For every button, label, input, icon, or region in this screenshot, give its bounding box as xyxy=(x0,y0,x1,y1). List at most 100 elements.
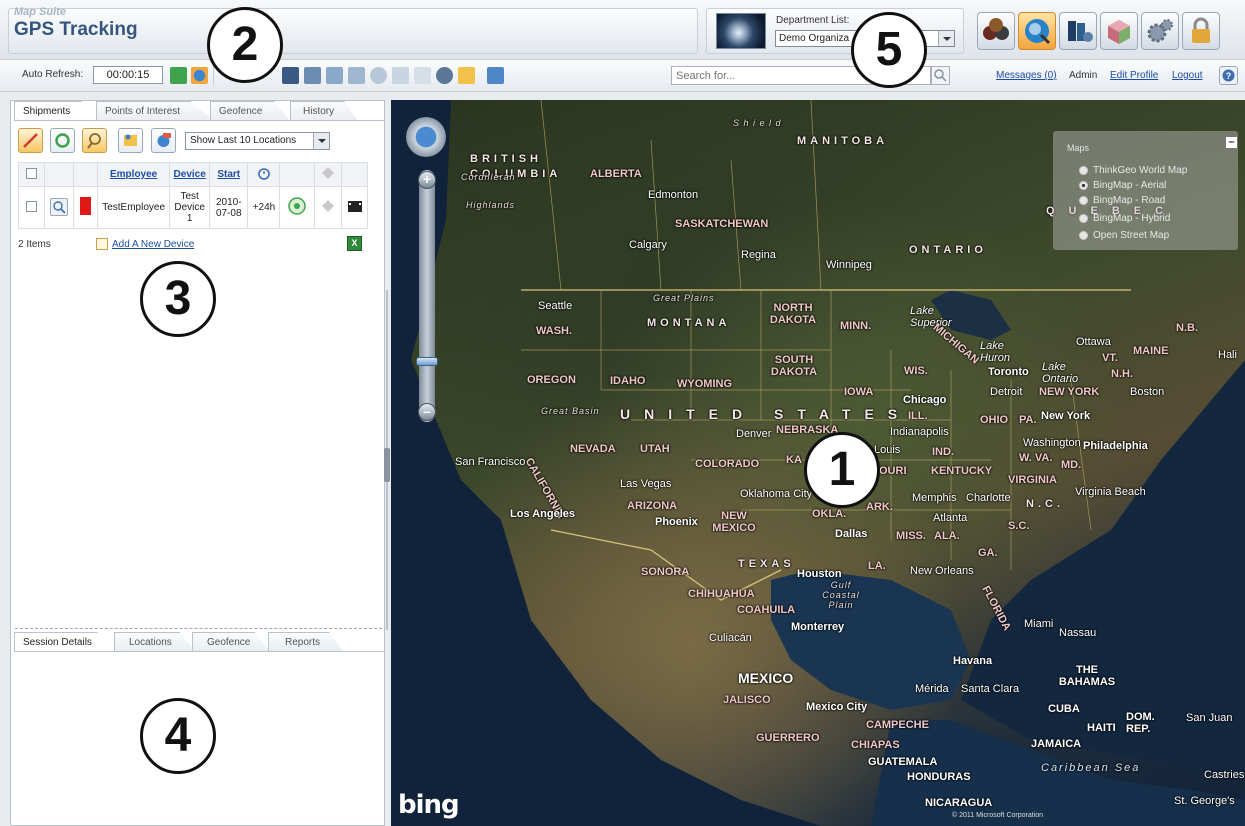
lock-module-button[interactable] xyxy=(1182,12,1220,50)
chevron-down-icon[interactable] xyxy=(938,31,954,46)
clear-button[interactable] xyxy=(151,128,176,153)
zoom-out-button[interactable]: – xyxy=(418,403,436,421)
grid-select-icon[interactable] xyxy=(304,67,321,84)
duration-header xyxy=(247,162,281,187)
film-playback-icon[interactable] xyxy=(346,198,364,214)
layers-icon[interactable] xyxy=(436,67,453,84)
layer-option[interactable]: ThinkGeo World Map xyxy=(1079,165,1187,176)
map-label: UNITED STATES xyxy=(620,406,912,422)
map-label: St. George's xyxy=(1174,795,1235,807)
binoculars-icon[interactable] xyxy=(282,67,299,84)
track-color-swatch[interactable] xyxy=(80,197,92,215)
edit-profile-link[interactable]: Edit Profile xyxy=(1110,70,1158,81)
help-button[interactable]: ? xyxy=(1219,66,1238,85)
settings-module-button[interactable] xyxy=(1141,12,1179,50)
direction-icon xyxy=(321,200,334,212)
timer-icon[interactable] xyxy=(326,67,343,84)
map-label: NEW YORK xyxy=(1039,386,1100,398)
map-label: Edmonton xyxy=(648,189,699,201)
globe-refresh-icon[interactable] xyxy=(191,67,208,84)
map-label: SASKATCHEWAN xyxy=(675,218,769,230)
layer-option[interactable]: Open Street Map xyxy=(1079,230,1169,241)
crosshair-icon[interactable] xyxy=(370,67,387,84)
chevron-down-icon[interactable] xyxy=(313,133,329,149)
row-checkbox[interactable] xyxy=(25,200,37,212)
header-spacer xyxy=(279,162,315,187)
tab-strip-border xyxy=(14,651,384,652)
map-label: Seattle xyxy=(538,300,573,312)
logout-link[interactable]: Logout xyxy=(1172,70,1203,81)
excel-export-icon[interactable]: X xyxy=(347,236,362,251)
draw-track-button[interactable] xyxy=(18,128,43,153)
zoom-slider-track[interactable] xyxy=(419,170,435,422)
minimize-icon[interactable]: – xyxy=(1225,136,1238,149)
search-icon xyxy=(934,69,947,82)
select-all-checkbox[interactable] xyxy=(25,167,37,179)
row-zoom-cell xyxy=(43,186,75,229)
table-row[interactable]: TestEmployee Test Device 1 2010-07-08 +2… xyxy=(18,186,368,229)
map-label: MEXICO xyxy=(738,670,794,686)
pin-note-icon[interactable] xyxy=(458,67,475,84)
map-label: Gulf Coastal Plain xyxy=(822,580,860,610)
layer-option[interactable]: BingMap - Road xyxy=(1079,195,1165,206)
refresh-icon[interactable] xyxy=(170,67,187,84)
location-count-select[interactable]: Show Last 10 Locations xyxy=(185,132,330,150)
map-label: ONTARIO xyxy=(909,244,987,256)
map-label: Virginia Beach xyxy=(1075,486,1146,498)
map-label: Castries xyxy=(1204,769,1245,781)
pan-hand-icon[interactable] xyxy=(414,67,431,84)
zoom-slider-thumb[interactable] xyxy=(416,357,438,366)
start-sort-link[interactable]: Start xyxy=(217,169,240,180)
map-label: Houston xyxy=(797,568,842,580)
map-label: Havana xyxy=(953,655,993,667)
layer-option-label: BingMap - Hybrid xyxy=(1093,213,1171,224)
map-label: CAMPECHE xyxy=(866,719,929,731)
search-button[interactable] xyxy=(931,66,950,85)
tab-strip-border xyxy=(14,120,384,121)
zoom-to-button[interactable] xyxy=(82,128,107,153)
radio-button-selected[interactable] xyxy=(1079,180,1088,190)
undo-arrow-icon[interactable] xyxy=(487,67,504,84)
map-label: Denver xyxy=(736,428,772,440)
map-label: Great Basin xyxy=(541,406,600,416)
vehicles-module-button[interactable] xyxy=(977,12,1015,50)
messages-link[interactable]: Messages (0) xyxy=(996,70,1057,81)
help-icon: ? xyxy=(1222,69,1235,82)
layer-option[interactable]: BingMap - Aerial xyxy=(1079,180,1166,191)
pin-button[interactable] xyxy=(118,128,143,153)
vehicles-icon xyxy=(983,18,1009,40)
reports-module-button[interactable] xyxy=(1059,12,1097,50)
geofence-module-button[interactable] xyxy=(1100,12,1138,50)
employee-sort-link[interactable]: Employee xyxy=(110,169,157,180)
live-track-icon[interactable] xyxy=(287,196,307,216)
pan-control[interactable] xyxy=(406,117,446,157)
auto-refresh-input[interactable]: 00:00:15 xyxy=(93,66,163,84)
radio-button[interactable] xyxy=(1079,230,1088,240)
bing-logo: bing xyxy=(398,790,460,820)
radio-button[interactable] xyxy=(1079,195,1088,205)
radio-button[interactable] xyxy=(1079,213,1088,223)
map-label: THE BAHAMAS xyxy=(1058,664,1116,688)
rectangle-select-icon[interactable] xyxy=(392,67,409,84)
measure-line-icon[interactable] xyxy=(348,67,365,84)
map-label: Lake Ontario xyxy=(1042,361,1079,385)
refresh-list-button[interactable] xyxy=(50,128,75,153)
map-label: Atlanta xyxy=(933,512,968,524)
add-device-link[interactable]: Add A New Device xyxy=(112,239,194,250)
map-label: Nassau xyxy=(1059,627,1097,639)
radio-button[interactable] xyxy=(1079,165,1088,175)
collapse-panel-handle[interactable] xyxy=(384,448,390,482)
panel-splitter[interactable] xyxy=(15,628,382,632)
device-sort-link[interactable]: Device xyxy=(174,169,206,180)
map-label: Boston xyxy=(1130,386,1165,398)
tracking-module-button[interactable] xyxy=(1018,12,1056,50)
zoom-in-icon[interactable] xyxy=(50,197,69,216)
callout-4: 4 xyxy=(140,698,216,774)
zoom-in-button[interactable]: + xyxy=(418,171,436,189)
map-label: MISS. xyxy=(896,530,926,542)
header-spacer xyxy=(341,162,368,187)
globe-eraser-icon xyxy=(157,133,171,147)
employee-header: Employee xyxy=(96,162,171,187)
layer-option[interactable]: BingMap - Hybrid xyxy=(1079,213,1170,224)
layer-option-label: BingMap - Aerial xyxy=(1093,180,1167,191)
